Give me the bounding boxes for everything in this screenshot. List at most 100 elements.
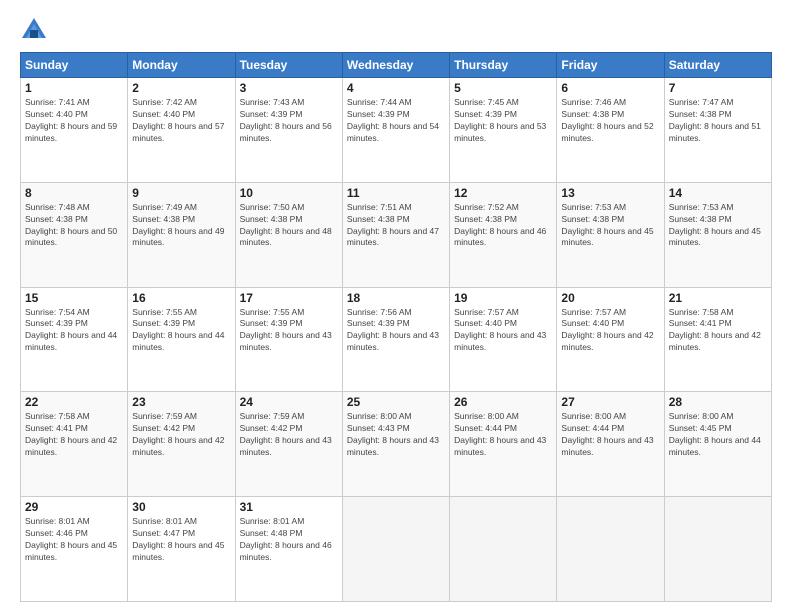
day-number: 31 — [240, 500, 338, 514]
day-number: 19 — [454, 291, 552, 305]
day-info: Sunrise: 7:41 AMSunset: 4:40 PMDaylight:… — [25, 97, 123, 145]
calendar-cell: 15 Sunrise: 7:54 AMSunset: 4:39 PMDaylig… — [21, 287, 128, 392]
day-number: 27 — [561, 395, 659, 409]
day-info: Sunrise: 7:43 AMSunset: 4:39 PMDaylight:… — [240, 97, 338, 145]
day-info: Sunrise: 8:00 AMSunset: 4:44 PMDaylight:… — [561, 411, 659, 459]
day-info: Sunrise: 7:50 AMSunset: 4:38 PMDaylight:… — [240, 202, 338, 250]
calendar-cell: 31 Sunrise: 8:01 AMSunset: 4:48 PMDaylig… — [235, 497, 342, 602]
day-info: Sunrise: 7:59 AMSunset: 4:42 PMDaylight:… — [132, 411, 230, 459]
day-number: 25 — [347, 395, 445, 409]
day-number: 22 — [25, 395, 123, 409]
calendar-cell: 11 Sunrise: 7:51 AMSunset: 4:38 PMDaylig… — [342, 182, 449, 287]
day-info: Sunrise: 8:01 AMSunset: 4:48 PMDaylight:… — [240, 516, 338, 564]
calendar-cell: 29 Sunrise: 8:01 AMSunset: 4:46 PMDaylig… — [21, 497, 128, 602]
weekday-header-wednesday: Wednesday — [342, 53, 449, 78]
day-info: Sunrise: 7:46 AMSunset: 4:38 PMDaylight:… — [561, 97, 659, 145]
day-number: 11 — [347, 186, 445, 200]
logo — [20, 16, 52, 44]
weekday-header-tuesday: Tuesday — [235, 53, 342, 78]
day-number: 10 — [240, 186, 338, 200]
day-info: Sunrise: 7:57 AMSunset: 4:40 PMDaylight:… — [454, 307, 552, 355]
calendar-cell: 4 Sunrise: 7:44 AMSunset: 4:39 PMDayligh… — [342, 78, 449, 183]
day-number: 7 — [669, 81, 767, 95]
day-number: 1 — [25, 81, 123, 95]
day-info: Sunrise: 7:58 AMSunset: 4:41 PMDaylight:… — [25, 411, 123, 459]
calendar-cell: 13 Sunrise: 7:53 AMSunset: 4:38 PMDaylig… — [557, 182, 664, 287]
day-number: 4 — [347, 81, 445, 95]
calendar-cell: 28 Sunrise: 8:00 AMSunset: 4:45 PMDaylig… — [664, 392, 771, 497]
day-info: Sunrise: 7:59 AMSunset: 4:42 PMDaylight:… — [240, 411, 338, 459]
day-number: 24 — [240, 395, 338, 409]
day-info: Sunrise: 7:58 AMSunset: 4:41 PMDaylight:… — [669, 307, 767, 355]
day-info: Sunrise: 7:52 AMSunset: 4:38 PMDaylight:… — [454, 202, 552, 250]
day-number: 13 — [561, 186, 659, 200]
day-info: Sunrise: 7:53 AMSunset: 4:38 PMDaylight:… — [669, 202, 767, 250]
calendar-week-1: 1 Sunrise: 7:41 AMSunset: 4:40 PMDayligh… — [21, 78, 772, 183]
day-info: Sunrise: 7:54 AMSunset: 4:39 PMDaylight:… — [25, 307, 123, 355]
calendar-cell: 18 Sunrise: 7:56 AMSunset: 4:39 PMDaylig… — [342, 287, 449, 392]
calendar-cell: 21 Sunrise: 7:58 AMSunset: 4:41 PMDaylig… — [664, 287, 771, 392]
day-number: 14 — [669, 186, 767, 200]
calendar-cell: 7 Sunrise: 7:47 AMSunset: 4:38 PMDayligh… — [664, 78, 771, 183]
day-number: 12 — [454, 186, 552, 200]
day-info: Sunrise: 7:45 AMSunset: 4:39 PMDaylight:… — [454, 97, 552, 145]
calendar-cell: 25 Sunrise: 8:00 AMSunset: 4:43 PMDaylig… — [342, 392, 449, 497]
calendar-cell — [342, 497, 449, 602]
day-info: Sunrise: 8:01 AMSunset: 4:47 PMDaylight:… — [132, 516, 230, 564]
weekday-header-row: SundayMondayTuesdayWednesdayThursdayFrid… — [21, 53, 772, 78]
calendar-cell: 16 Sunrise: 7:55 AMSunset: 4:39 PMDaylig… — [128, 287, 235, 392]
calendar: SundayMondayTuesdayWednesdayThursdayFrid… — [20, 52, 772, 602]
day-number: 17 — [240, 291, 338, 305]
weekday-header-friday: Friday — [557, 53, 664, 78]
calendar-cell: 9 Sunrise: 7:49 AMSunset: 4:38 PMDayligh… — [128, 182, 235, 287]
day-number: 23 — [132, 395, 230, 409]
day-info: Sunrise: 7:53 AMSunset: 4:38 PMDaylight:… — [561, 202, 659, 250]
logo-icon — [20, 16, 48, 44]
day-info: Sunrise: 7:47 AMSunset: 4:38 PMDaylight:… — [669, 97, 767, 145]
calendar-cell: 19 Sunrise: 7:57 AMSunset: 4:40 PMDaylig… — [450, 287, 557, 392]
day-info: Sunrise: 8:00 AMSunset: 4:43 PMDaylight:… — [347, 411, 445, 459]
day-number: 29 — [25, 500, 123, 514]
calendar-cell — [557, 497, 664, 602]
day-info: Sunrise: 7:55 AMSunset: 4:39 PMDaylight:… — [132, 307, 230, 355]
weekday-header-monday: Monday — [128, 53, 235, 78]
calendar-cell: 2 Sunrise: 7:42 AMSunset: 4:40 PMDayligh… — [128, 78, 235, 183]
day-number: 9 — [132, 186, 230, 200]
day-number: 18 — [347, 291, 445, 305]
calendar-cell: 10 Sunrise: 7:50 AMSunset: 4:38 PMDaylig… — [235, 182, 342, 287]
weekday-header-sunday: Sunday — [21, 53, 128, 78]
day-number: 15 — [25, 291, 123, 305]
calendar-cell: 30 Sunrise: 8:01 AMSunset: 4:47 PMDaylig… — [128, 497, 235, 602]
day-number: 5 — [454, 81, 552, 95]
calendar-cell: 27 Sunrise: 8:00 AMSunset: 4:44 PMDaylig… — [557, 392, 664, 497]
day-info: Sunrise: 8:00 AMSunset: 4:44 PMDaylight:… — [454, 411, 552, 459]
day-info: Sunrise: 7:51 AMSunset: 4:38 PMDaylight:… — [347, 202, 445, 250]
calendar-cell: 20 Sunrise: 7:57 AMSunset: 4:40 PMDaylig… — [557, 287, 664, 392]
header — [20, 16, 772, 44]
day-info: Sunrise: 7:48 AMSunset: 4:38 PMDaylight:… — [25, 202, 123, 250]
calendar-cell: 1 Sunrise: 7:41 AMSunset: 4:40 PMDayligh… — [21, 78, 128, 183]
day-number: 2 — [132, 81, 230, 95]
day-number: 20 — [561, 291, 659, 305]
day-info: Sunrise: 8:00 AMSunset: 4:45 PMDaylight:… — [669, 411, 767, 459]
day-info: Sunrise: 8:01 AMSunset: 4:46 PMDaylight:… — [25, 516, 123, 564]
day-info: Sunrise: 7:55 AMSunset: 4:39 PMDaylight:… — [240, 307, 338, 355]
day-info: Sunrise: 7:49 AMSunset: 4:38 PMDaylight:… — [132, 202, 230, 250]
page: SundayMondayTuesdayWednesdayThursdayFrid… — [0, 0, 792, 612]
calendar-cell: 26 Sunrise: 8:00 AMSunset: 4:44 PMDaylig… — [450, 392, 557, 497]
calendar-cell: 5 Sunrise: 7:45 AMSunset: 4:39 PMDayligh… — [450, 78, 557, 183]
weekday-header-saturday: Saturday — [664, 53, 771, 78]
calendar-cell: 17 Sunrise: 7:55 AMSunset: 4:39 PMDaylig… — [235, 287, 342, 392]
calendar-cell: 14 Sunrise: 7:53 AMSunset: 4:38 PMDaylig… — [664, 182, 771, 287]
day-number: 8 — [25, 186, 123, 200]
calendar-cell: 23 Sunrise: 7:59 AMSunset: 4:42 PMDaylig… — [128, 392, 235, 497]
day-number: 16 — [132, 291, 230, 305]
day-info: Sunrise: 7:56 AMSunset: 4:39 PMDaylight:… — [347, 307, 445, 355]
day-number: 30 — [132, 500, 230, 514]
calendar-week-5: 29 Sunrise: 8:01 AMSunset: 4:46 PMDaylig… — [21, 497, 772, 602]
day-number: 6 — [561, 81, 659, 95]
day-number: 21 — [669, 291, 767, 305]
day-number: 3 — [240, 81, 338, 95]
day-info: Sunrise: 7:44 AMSunset: 4:39 PMDaylight:… — [347, 97, 445, 145]
calendar-cell: 8 Sunrise: 7:48 AMSunset: 4:38 PMDayligh… — [21, 182, 128, 287]
